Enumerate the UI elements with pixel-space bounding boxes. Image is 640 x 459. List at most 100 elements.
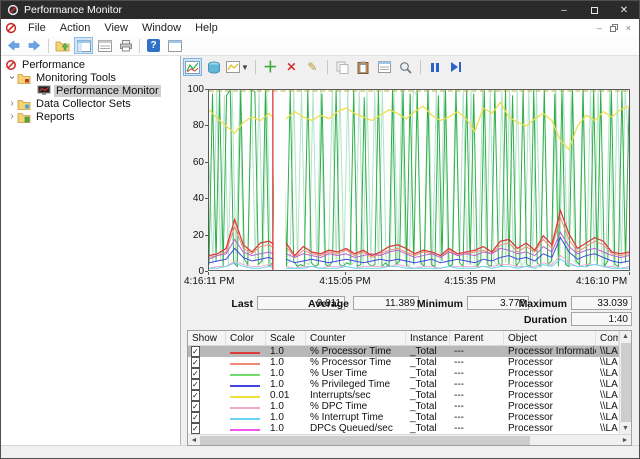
- color-swatch-cell: [226, 390, 266, 401]
- column-header-show[interactable]: Show: [188, 331, 226, 345]
- y-axis-tick-label: 20: [181, 230, 204, 241]
- color-swatch: [230, 396, 260, 398]
- tree-item-performance-monitor[interactable]: Performance Monitor: [1, 84, 180, 97]
- show-checkbox-cell[interactable]: ✓: [188, 346, 226, 357]
- object-cell: Processor Information: [504, 346, 596, 357]
- tree-item-monitoring-tools[interactable]: › Monitoring Tools: [1, 71, 180, 84]
- show-checkbox[interactable]: ✓: [191, 390, 200, 401]
- scroll-right-icon[interactable]: ►: [619, 435, 631, 445]
- menu-help[interactable]: Help: [188, 22, 225, 34]
- computer-cell: \\LA: [596, 368, 619, 379]
- export-folder-icon[interactable]: [53, 37, 72, 54]
- counter-row[interactable]: ✓1.0% User Time_Total---Processor\\LA: [188, 368, 619, 379]
- tree-item-data-collector-sets[interactable]: › Data Collector Sets: [1, 97, 180, 110]
- show-checkbox[interactable]: ✓: [191, 412, 200, 423]
- counter-row[interactable]: ✓0.01Interrupts/sec_Total---Processor\\L…: [188, 390, 619, 401]
- counter-row[interactable]: ✓1.0DPCs Queued/sec_Total---Processor\\L…: [188, 423, 619, 434]
- chevron-collapsed-icon[interactable]: ›: [7, 98, 17, 109]
- back-icon[interactable]: [4, 37, 23, 54]
- list-icon[interactable]: [95, 37, 114, 54]
- delete-counter-icon[interactable]: ✕: [282, 58, 301, 76]
- counter-row[interactable]: ✓1.0% Processor Time_Total---Processor I…: [188, 346, 619, 357]
- view-log-data-icon[interactable]: [204, 58, 223, 76]
- show-checkbox-cell[interactable]: ✓: [188, 423, 226, 434]
- add-counter-icon[interactable]: ＋: [261, 58, 280, 76]
- show-checkbox[interactable]: ✓: [191, 423, 200, 434]
- new-window-icon[interactable]: [165, 37, 184, 54]
- chevron-expanded-icon[interactable]: ›: [7, 73, 18, 83]
- last-label: Last: [203, 298, 253, 310]
- vertical-scrollbar[interactable]: ▲ ▼: [619, 331, 631, 434]
- mdi-minimize-button[interactable]: –: [597, 23, 602, 33]
- instance-cell: _Total: [406, 346, 450, 357]
- column-header-parent[interactable]: Parent: [450, 331, 504, 345]
- vertical-scroll-thumb[interactable]: [621, 343, 631, 422]
- forward-icon[interactable]: [25, 37, 44, 54]
- copy-properties-icon[interactable]: [333, 58, 352, 76]
- menu-window[interactable]: Window: [135, 22, 188, 34]
- menu-bar: File Action View Window Help – ×: [1, 19, 639, 36]
- counter-row[interactable]: ✓1.0% Privileged Time_Total---Processor\…: [188, 379, 619, 390]
- print-icon[interactable]: [116, 37, 135, 54]
- help-icon[interactable]: ?: [144, 37, 163, 54]
- show-checkbox[interactable]: ✓: [191, 346, 200, 357]
- chevron-collapsed-icon[interactable]: ›: [7, 111, 17, 122]
- column-header-scale[interactable]: Scale: [266, 331, 306, 345]
- show-checkbox[interactable]: ✓: [191, 379, 200, 390]
- horizontal-scroll-thumb[interactable]: [200, 436, 530, 445]
- show-checkbox[interactable]: ✓: [191, 357, 200, 368]
- zoom-icon[interactable]: [396, 58, 415, 76]
- highlight-icon[interactable]: ✎: [303, 58, 322, 76]
- y-axis-tick: [205, 162, 208, 163]
- horizontal-scrollbar[interactable]: ◄ ►: [188, 434, 631, 445]
- mdi-close-button[interactable]: ×: [626, 23, 631, 33]
- freeze-display-icon[interactable]: [426, 58, 445, 76]
- counter-row[interactable]: ✓1.0% DPC Time_Total---Processor\\LA: [188, 401, 619, 412]
- minimize-button[interactable]: –: [549, 1, 579, 19]
- scroll-down-icon[interactable]: ▼: [620, 423, 631, 434]
- object-cell: Processor: [504, 423, 596, 434]
- tree-item-reports[interactable]: › Reports: [1, 110, 180, 123]
- maximize-button[interactable]: [579, 1, 609, 19]
- dropdown-caret-icon[interactable]: ▼: [241, 63, 249, 72]
- counter-row[interactable]: ✓1.0% Interrupt Time_Total---Processor\\…: [188, 412, 619, 423]
- column-header-object[interactable]: Object: [504, 331, 596, 345]
- show-checkbox-cell[interactable]: ✓: [188, 401, 226, 412]
- show-checkbox-cell[interactable]: ✓: [188, 412, 226, 423]
- computer-cell: \\LA: [596, 357, 619, 368]
- parent-cell: ---: [450, 401, 504, 412]
- menu-action[interactable]: Action: [53, 22, 98, 34]
- show-checkbox-cell[interactable]: ✓: [188, 368, 226, 379]
- scroll-left-icon[interactable]: ◄: [188, 435, 200, 445]
- show-checkbox-cell[interactable]: ✓: [188, 379, 226, 390]
- column-header-counter[interactable]: Counter: [306, 331, 406, 345]
- show-checkbox[interactable]: ✓: [191, 368, 200, 379]
- scale-cell: 1.0: [266, 412, 306, 423]
- x-axis-tick-label: 4:16:10 PM: [576, 276, 627, 287]
- update-data-icon[interactable]: [447, 58, 466, 76]
- view-current-activity-icon[interactable]: [183, 58, 202, 76]
- mdi-restore-button[interactable]: [610, 24, 618, 32]
- counter-cell: % Privileged Time: [306, 379, 406, 390]
- column-header-computer[interactable]: Computer: [596, 331, 619, 345]
- column-header-color[interactable]: Color: [226, 331, 266, 345]
- tree-item-performance[interactable]: Performance: [1, 58, 180, 71]
- paste-counter-list-icon[interactable]: [354, 58, 373, 76]
- change-graph-type-icon[interactable]: ▼: [225, 58, 250, 76]
- parent-cell: ---: [450, 368, 504, 379]
- menu-file[interactable]: File: [21, 22, 53, 34]
- counter-cell: % DPC Time: [306, 401, 406, 412]
- counter-table-header: ShowColorScaleCounterInstanceParentObjec…: [188, 331, 619, 346]
- performance-graph[interactable]: [208, 89, 630, 271]
- counter-row[interactable]: ✓1.0% Processor Time_Total---Processor\\…: [188, 357, 619, 368]
- y-axis-tick: [205, 89, 208, 90]
- show-checkbox[interactable]: ✓: [191, 401, 200, 412]
- properties-icon[interactable]: [375, 58, 394, 76]
- menu-view[interactable]: View: [97, 22, 135, 34]
- console-tree-toggle-icon[interactable]: [74, 37, 93, 54]
- close-button[interactable]: ✕: [609, 1, 639, 19]
- show-checkbox-cell[interactable]: ✓: [188, 357, 226, 368]
- show-checkbox-cell[interactable]: ✓: [188, 390, 226, 401]
- column-header-instance[interactable]: Instance: [406, 331, 450, 345]
- scroll-up-icon[interactable]: ▲: [620, 331, 631, 342]
